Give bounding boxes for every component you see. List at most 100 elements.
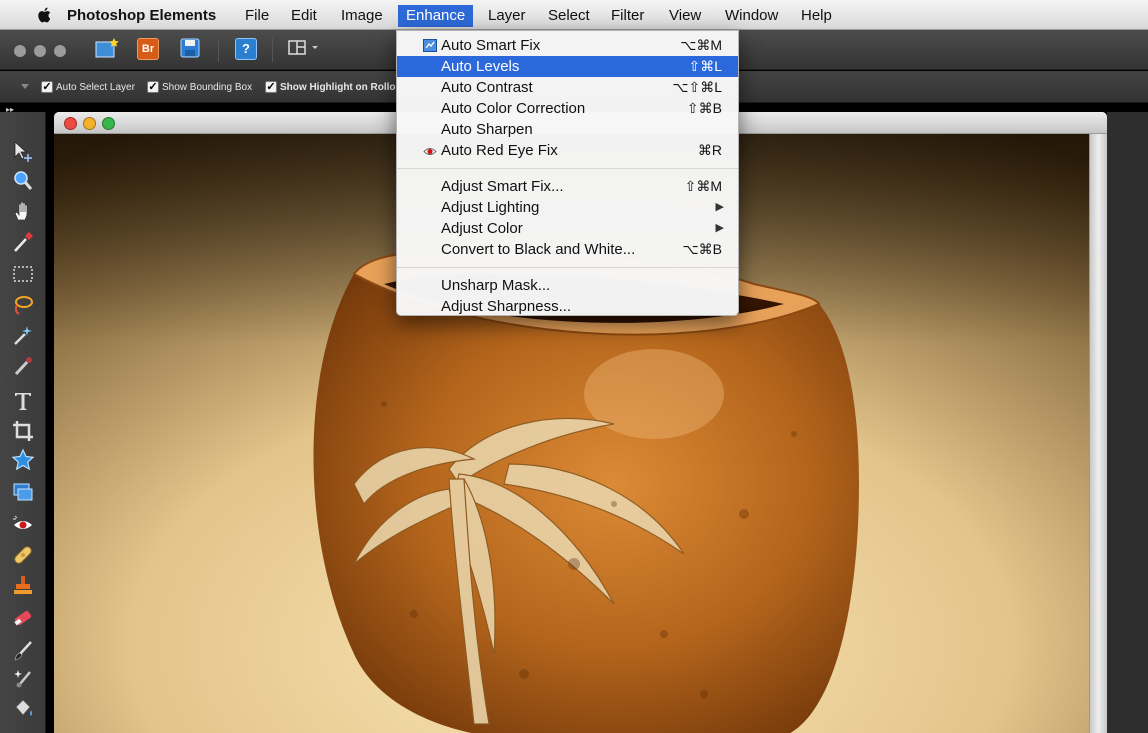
menu-item-shortcut: ⇧⌘B (686, 100, 722, 116)
auto-select-layer-label: Auto Select Layer (56, 81, 135, 93)
apple-logo-icon[interactable] (36, 6, 54, 24)
menu-item-auto-smart-fix[interactable]: Auto Smart Fix ⌥⌘M (397, 35, 738, 56)
menu-item-adjust-color[interactable]: Adjust Color ▶ (397, 218, 738, 239)
hand-icon (14, 201, 28, 221)
menu-item-unsharp-mask[interactable]: Unsharp Mask... (397, 275, 738, 296)
menu-item-adjust-sharpness[interactable]: Adjust Sharpness... (397, 296, 738, 317)
help-button[interactable]: ? (235, 38, 257, 60)
move-tool[interactable] (11, 140, 35, 164)
zoom-window-button[interactable] (102, 117, 115, 130)
star-shape-icon (11, 448, 35, 471)
red-eye-tool[interactable] (11, 513, 35, 537)
menu-item-shortcut: ⌘R (697, 142, 722, 158)
cookie-cutter-tool[interactable] (11, 448, 35, 472)
magic-wand-icon (14, 326, 32, 345)
auto-smart-fix-icon (423, 39, 437, 52)
window-close-dot[interactable] (14, 45, 26, 57)
help-label: ? (242, 41, 250, 56)
show-highlight-checkbox[interactable]: ✓ (265, 81, 277, 93)
hand-tool[interactable] (11, 199, 35, 223)
menu-item-label: Adjust Color (441, 220, 523, 237)
menu-item-label: Auto Smart Fix (441, 37, 541, 54)
save-button[interactable] (178, 36, 202, 60)
menu-window[interactable]: Window (717, 5, 786, 27)
show-bounding-box-checkbox[interactable]: ✓ (147, 81, 159, 93)
menu-item-auto-color-correction[interactable]: Auto Color Correction ⇧⌘B (397, 98, 738, 119)
zoom-tool[interactable] (11, 169, 35, 193)
submenu-arrow-icon: ▶ (715, 222, 724, 234)
menu-image[interactable]: Image (333, 5, 391, 27)
straighten-tool[interactable] (11, 480, 35, 504)
menu-item-shortcut: ⌥⌘M (680, 37, 722, 53)
menu-item-label: Unsharp Mask... (441, 277, 551, 294)
tools-panel: ▸▸ (0, 105, 46, 733)
workspace-layout-button[interactable] (286, 36, 326, 60)
bridge-button[interactable]: Br (137, 38, 159, 60)
menu-layer[interactable]: Layer (480, 5, 534, 27)
type-tool[interactable] (11, 389, 35, 413)
menu-item-label: Auto Sharpen (441, 121, 533, 138)
menu-item-label: Adjust Lighting (441, 199, 540, 216)
new-file-button[interactable] (94, 36, 119, 60)
eyedropper-tool[interactable] (11, 230, 35, 254)
bandage-icon (14, 546, 32, 564)
menu-separator (397, 168, 738, 169)
menu-app-name[interactable]: Photoshop Elements (59, 5, 224, 27)
crop-tool[interactable] (11, 419, 35, 443)
show-highlight-option[interactable]: ✓ Show Highlight on Rollo (265, 80, 396, 94)
menu-item-label: Adjust Sharpness... (441, 298, 572, 315)
menu-view[interactable]: View (661, 5, 709, 27)
smart-brush-tool[interactable] (11, 667, 35, 691)
menu-enhance[interactable]: Enhance (398, 5, 474, 27)
spot-healing-tool[interactable] (11, 543, 35, 567)
type-t-icon (15, 393, 31, 410)
clone-stamp-tool[interactable] (11, 573, 35, 597)
auto-select-layer-option[interactable]: ✓ Auto Select Layer (41, 80, 135, 94)
menu-item-auto-contrast[interactable]: Auto Contrast ⌥⇧⌘L (397, 77, 738, 98)
submenu-arrow-icon: ▶ (715, 201, 724, 213)
menu-item-convert-to-black-and-white[interactable]: Convert to Black and White... ⌥⌘B (397, 239, 738, 260)
eraser-icon (14, 610, 32, 626)
eraser-tool[interactable] (11, 606, 35, 630)
brush-tool[interactable] (11, 639, 35, 663)
crop-icon (13, 421, 33, 441)
menu-select[interactable]: Select (540, 5, 598, 27)
menu-item-adjust-smart-fix[interactable]: Adjust Smart Fix... ⇧⌘M (397, 176, 738, 197)
menu-help[interactable]: Help (793, 5, 840, 27)
auto-select-layer-checkbox[interactable]: ✓ (41, 81, 53, 93)
show-highlight-label: Show Highlight on Rollo (280, 81, 396, 93)
window-minimize-dot[interactable] (34, 45, 46, 57)
lasso-tool[interactable] (11, 293, 35, 317)
marquee-tool[interactable] (11, 262, 35, 286)
bridge-label: Br (141, 43, 155, 55)
menu-item-adjust-lighting[interactable]: Adjust Lighting ▶ (397, 197, 738, 218)
menu-filter[interactable]: Filter (603, 5, 652, 27)
straighten-rectangles-icon (13, 483, 33, 501)
magic-wand-tool[interactable] (11, 323, 35, 347)
new-file-icon (95, 38, 119, 58)
minimize-window-button[interactable] (83, 117, 96, 130)
paint-brush-icon (14, 641, 32, 661)
menu-item-auto-sharpen[interactable]: Auto Sharpen (397, 119, 738, 140)
close-window-button[interactable] (64, 117, 77, 130)
window-zoom-dot[interactable] (54, 45, 66, 57)
menu-item-auto-levels[interactable]: Auto Levels ⇧⌘L (397, 56, 738, 77)
menu-file[interactable]: File (237, 5, 277, 27)
options-chevron-icon[interactable] (20, 83, 30, 91)
quick-selection-brush-icon (14, 357, 32, 376)
menu-edit[interactable]: Edit (283, 5, 325, 27)
paint-bucket-icon (15, 699, 32, 716)
panel-layout-icon (288, 40, 318, 55)
paint-bucket-tool[interactable] (11, 697, 35, 721)
quick-selection-tool[interactable] (11, 354, 35, 378)
rectangle-marquee-icon (13, 266, 33, 282)
menu-item-label: Auto Color Correction (441, 100, 586, 117)
vertical-scrollbar[interactable] (1089, 134, 1107, 733)
panel-collapse-icon[interactable]: ▸▸ (6, 105, 14, 114)
show-bounding-box-option[interactable]: ✓ Show Bounding Box (147, 80, 252, 94)
stamp-icon (14, 576, 32, 594)
menu-item-auto-red-eye-fix[interactable]: Auto Red Eye Fix ⌘R (397, 140, 738, 161)
menu-item-label: Convert to Black and White... (441, 241, 636, 258)
show-bounding-box-label: Show Bounding Box (162, 81, 253, 93)
menu-item-shortcut: ⇧⌘L (688, 58, 722, 74)
